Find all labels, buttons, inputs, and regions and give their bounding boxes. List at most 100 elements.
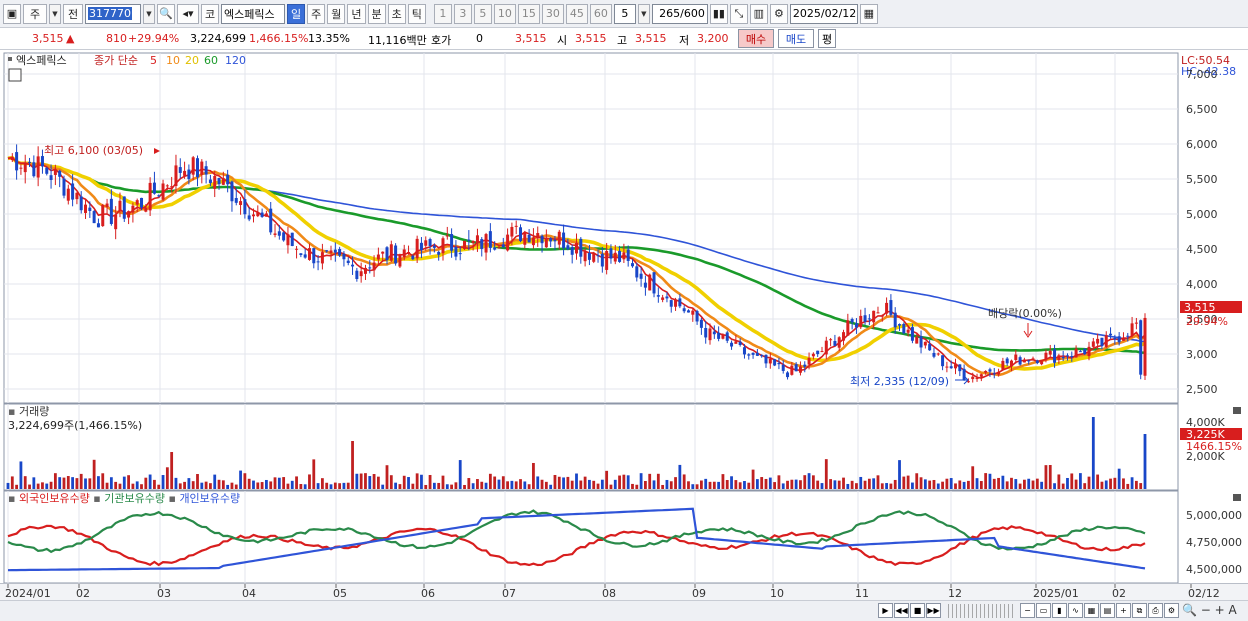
code-input[interactable]: 317770 bbox=[85, 3, 141, 24]
layout-icon[interactable]: ▦ bbox=[1084, 603, 1099, 618]
candle-body bbox=[497, 247, 501, 249]
candle-body bbox=[165, 185, 169, 187]
volume-bar bbox=[1023, 479, 1026, 489]
volume-bar bbox=[885, 483, 888, 489]
candle-body bbox=[1018, 357, 1022, 365]
stop-icon[interactable]: ■ bbox=[910, 603, 925, 618]
exchange-label: 코 bbox=[201, 3, 219, 24]
volume-bar bbox=[1139, 483, 1143, 489]
indicator-icon[interactable]: ▥ bbox=[749, 3, 768, 24]
grid-icon[interactable]: ▤ bbox=[1100, 603, 1115, 618]
interval-dropdown-icon[interactable]: ▼ bbox=[637, 3, 650, 24]
interval-5-button[interactable]: 5 bbox=[473, 3, 492, 24]
market-dropdown-icon[interactable]: ▼ bbox=[49, 3, 61, 24]
period-month-tab[interactable]: 월 bbox=[327, 3, 346, 24]
line-icon[interactable]: ∿ bbox=[1068, 603, 1083, 618]
market-select[interactable]: 주 bbox=[23, 3, 47, 24]
candle-body bbox=[751, 352, 755, 355]
period-second-tab[interactable]: 초 bbox=[387, 3, 406, 24]
volume-panel-close-icon[interactable] bbox=[1233, 407, 1241, 414]
settings-icon[interactable]: ⚙ bbox=[1164, 603, 1179, 618]
period-week-tab[interactable]: 주 bbox=[307, 3, 326, 24]
average-button[interactable]: 평 bbox=[818, 29, 836, 48]
zoom-controls[interactable]: 🔍 − + A bbox=[1182, 603, 1237, 617]
volume-bar bbox=[544, 481, 548, 489]
calendar-icon[interactable]: ▦ bbox=[859, 3, 878, 24]
candle-body bbox=[846, 320, 850, 336]
minus-icon[interactable]: − bbox=[1020, 603, 1035, 618]
prev-button[interactable]: 전 bbox=[63, 3, 83, 24]
interval-10-button[interactable]: 10 bbox=[493, 3, 516, 24]
volume-bar bbox=[915, 473, 919, 489]
interval-45-button[interactable]: 45 bbox=[565, 3, 588, 24]
x-tick-label: 05 bbox=[333, 587, 347, 600]
candle-body bbox=[256, 212, 260, 217]
interval-60-button[interactable]: 60 bbox=[589, 3, 612, 24]
date-input[interactable]: 2025/02/12 bbox=[789, 3, 858, 24]
x-tick-label: 2025/01 bbox=[1033, 587, 1079, 600]
rewind-icon[interactable]: ◀◀ bbox=[894, 603, 909, 618]
print-icon[interactable]: ⎙ bbox=[1148, 603, 1163, 618]
crosshair-icon[interactable]: + bbox=[1116, 603, 1131, 618]
candle-body bbox=[562, 232, 566, 249]
volume-bar bbox=[79, 473, 83, 489]
candle-body bbox=[40, 156, 44, 167]
candle-body bbox=[768, 358, 772, 364]
chart-canvas[interactable]: 엑스페릭스 종가 단순 5 10 20 60 120 LC:50.54 HC:-… bbox=[0, 51, 1248, 601]
interval-1-button[interactable]: 1 bbox=[433, 3, 452, 24]
volume-bar bbox=[596, 483, 600, 489]
candle-body bbox=[23, 163, 27, 173]
panel-table-icon[interactable] bbox=[8, 68, 22, 82]
draw-tool-icon[interactable]: ⤡ bbox=[729, 3, 748, 24]
copy-icon[interactable]: ⧉ bbox=[1132, 603, 1147, 618]
candle-type-icon[interactable]: ▮▮ bbox=[709, 3, 728, 24]
candle-body bbox=[656, 295, 660, 297]
candle-body bbox=[1044, 352, 1048, 360]
volume-bar bbox=[613, 479, 617, 489]
candle-icon[interactable]: ▮ bbox=[1052, 603, 1067, 618]
fast-forward-icon[interactable]: ▶▶ bbox=[926, 603, 941, 618]
candle-body bbox=[867, 318, 871, 320]
interval-30-button[interactable]: 30 bbox=[541, 3, 564, 24]
pct-tag-text: 29.94% bbox=[1186, 315, 1228, 328]
interval-15-button[interactable]: 15 bbox=[517, 3, 540, 24]
candle-body bbox=[79, 196, 83, 211]
holdings-panel-close-icon[interactable] bbox=[1233, 494, 1241, 501]
sound-icon[interactable]: ◂▾ bbox=[177, 3, 199, 24]
current-price: 3,515 bbox=[32, 32, 64, 45]
volume-bar bbox=[635, 484, 639, 489]
interval-input[interactable]: 5 bbox=[613, 3, 636, 24]
volume-bar bbox=[209, 483, 212, 489]
candle-body bbox=[75, 192, 79, 200]
candle-body bbox=[346, 260, 350, 264]
search-icon[interactable]: 🔍 bbox=[157, 3, 175, 24]
layout-icon[interactable]: ▣ bbox=[3, 3, 21, 24]
candle-body bbox=[1109, 333, 1113, 336]
candle-body bbox=[66, 188, 70, 201]
buy-button[interactable]: 매수 bbox=[738, 29, 774, 48]
candle-body bbox=[372, 262, 376, 271]
bar-count-input[interactable]: 265/600 bbox=[651, 3, 708, 24]
zoom-slider[interactable] bbox=[948, 604, 1016, 618]
candle-body bbox=[527, 234, 531, 243]
volume-bar bbox=[932, 479, 936, 489]
period-tick-tab[interactable]: 틱 bbox=[407, 3, 426, 24]
scroll-right-icon[interactable]: ▶ bbox=[878, 603, 893, 618]
candle-body bbox=[506, 234, 510, 251]
sell-button[interactable]: 매도 bbox=[778, 29, 814, 48]
gear-icon[interactable]: ⚙ bbox=[769, 3, 788, 24]
code-dropdown-icon[interactable]: ▼ bbox=[143, 3, 155, 24]
volume-bar bbox=[971, 466, 975, 489]
period-day-tab[interactable]: 일 bbox=[287, 3, 306, 24]
chart-mode-icon[interactable]: ▭ bbox=[1036, 603, 1051, 618]
candle-body bbox=[630, 263, 634, 267]
candle-body bbox=[200, 161, 204, 175]
period-minute-tab[interactable]: 분 bbox=[367, 3, 386, 24]
period-year-tab[interactable]: 년 bbox=[347, 3, 366, 24]
price-tick-label: 2,500 bbox=[1186, 383, 1218, 396]
candle-body bbox=[695, 311, 699, 322]
interval-3-button[interactable]: 3 bbox=[453, 3, 472, 24]
volume-bar bbox=[161, 475, 165, 489]
volume-bar bbox=[1005, 481, 1009, 489]
candle-body bbox=[213, 176, 217, 189]
